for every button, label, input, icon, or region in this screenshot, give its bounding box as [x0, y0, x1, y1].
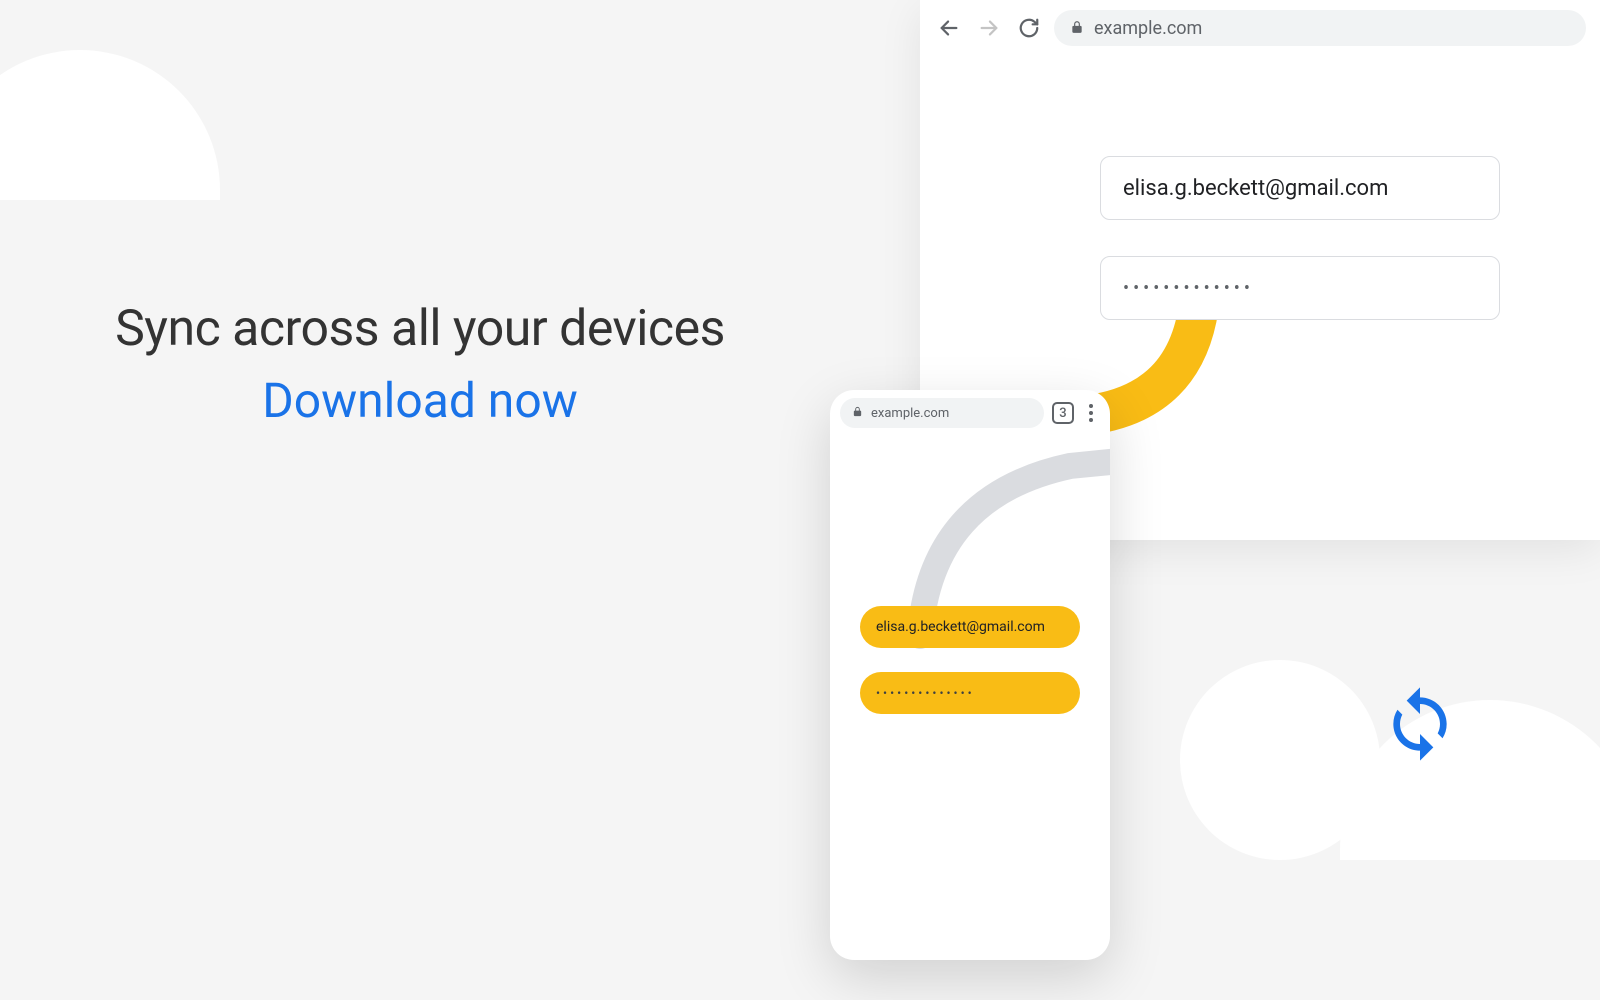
password-field[interactable]: •••••••••••••: [1100, 256, 1500, 320]
back-icon[interactable]: [934, 13, 964, 43]
overflow-menu-icon[interactable]: [1082, 404, 1100, 422]
url-text: example.com: [871, 406, 949, 421]
password-mask: ••••••••••••••: [876, 686, 975, 700]
email-value: elisa.g.beckett@gmail.com: [1123, 176, 1388, 201]
headline-title: Sync across all your devices: [80, 300, 760, 358]
forward-icon: [974, 13, 1004, 43]
address-bar[interactable]: example.com: [1054, 10, 1586, 46]
password-mask: •••••••••••••: [1123, 278, 1254, 299]
tab-count[interactable]: 3: [1052, 402, 1074, 424]
phone-toolbar: example.com 3: [830, 390, 1110, 436]
password-pill[interactable]: ••••••••••••••: [860, 672, 1080, 714]
lock-icon: [852, 406, 863, 421]
cloud-decoration: [1140, 660, 1560, 860]
phone-browser-mock: example.com 3 elisa.g.beckett@gmail.com …: [830, 390, 1110, 960]
browser-toolbar: example.com: [920, 0, 1600, 56]
email-field[interactable]: elisa.g.beckett@gmail.com: [1100, 156, 1500, 220]
reload-icon[interactable]: [1014, 13, 1044, 43]
phone-address-bar[interactable]: example.com: [840, 398, 1044, 428]
email-value: elisa.g.beckett@gmail.com: [876, 619, 1045, 635]
lock-icon: [1070, 18, 1084, 39]
sync-icon: [1380, 684, 1460, 764]
url-text: example.com: [1094, 18, 1202, 39]
cloud-decoration: [0, 50, 220, 200]
email-pill[interactable]: elisa.g.beckett@gmail.com: [860, 606, 1080, 648]
download-link[interactable]: Download now: [80, 372, 760, 429]
